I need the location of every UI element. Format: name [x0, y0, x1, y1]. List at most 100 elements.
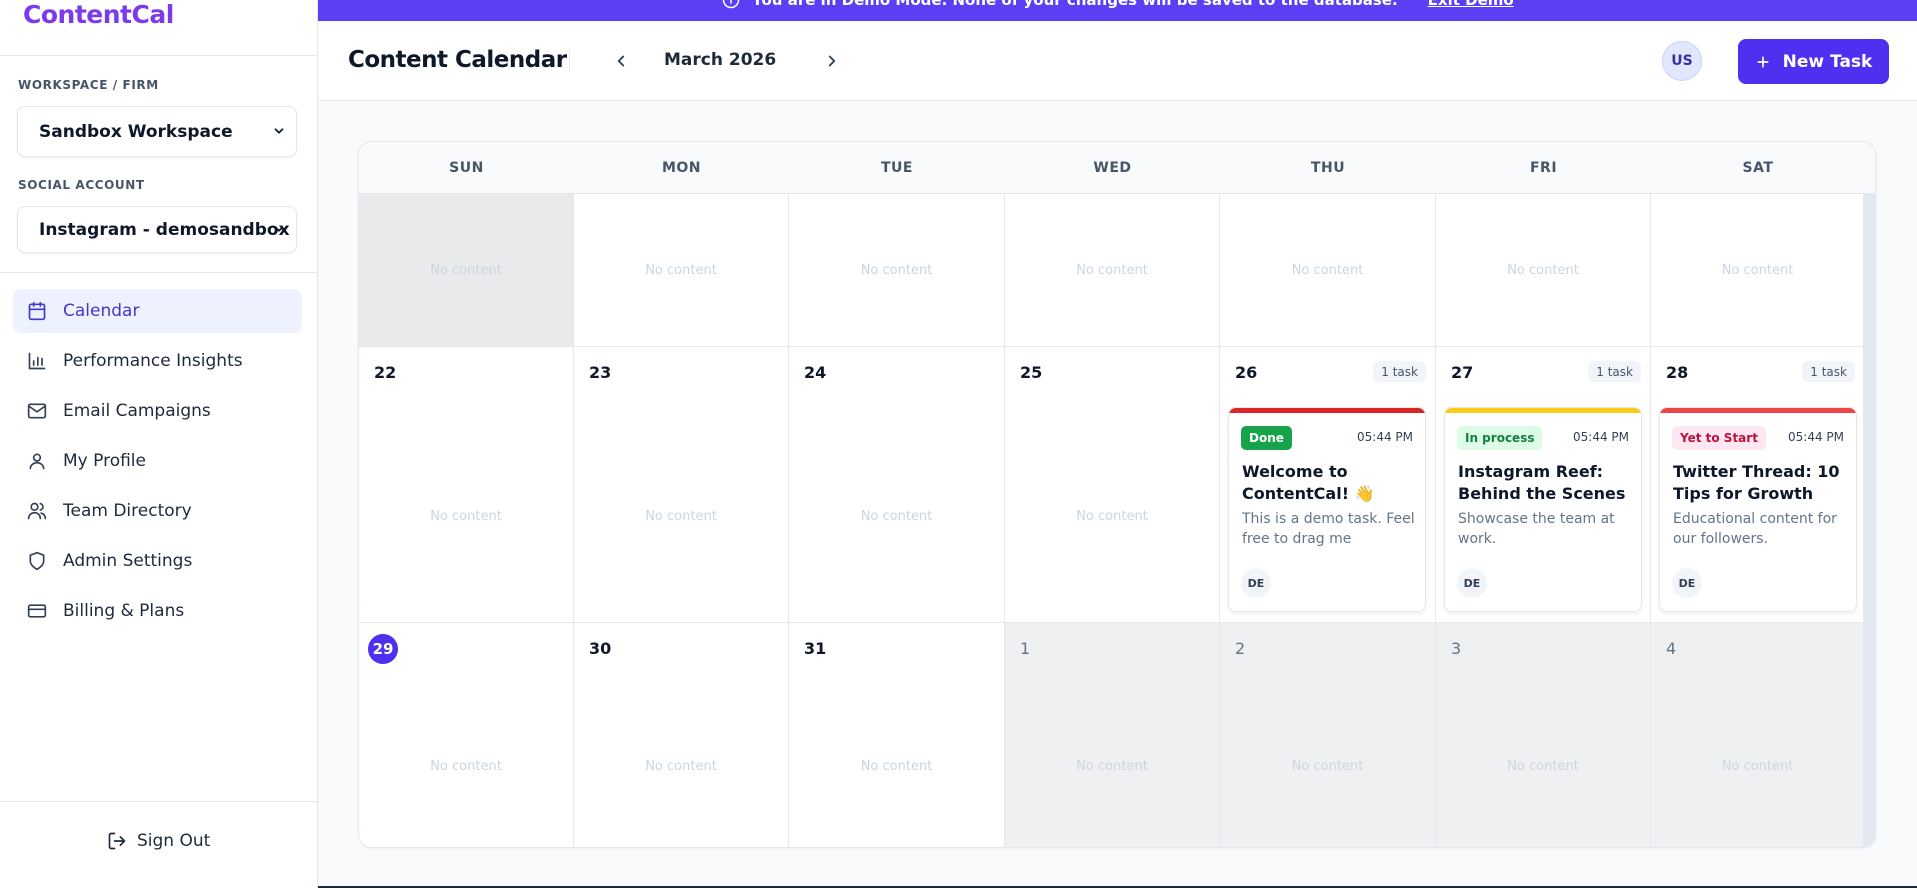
no-content-label: No content: [645, 509, 717, 524]
day-cell[interactable]: No content: [1220, 194, 1436, 347]
day-cell-next-1[interactable]: 1 No content: [1005, 623, 1220, 847]
calendar-icon: [28, 301, 46, 321]
calendar-grid: SUN MON TUE WED THU FRI SAT No content N…: [358, 141, 1876, 848]
next-month-button[interactable]: [819, 48, 845, 74]
sidebar-item-performance-insights[interactable]: Performance Insights: [13, 339, 302, 383]
status-badge: In process: [1457, 426, 1543, 450]
no-content-label: No content: [1721, 759, 1794, 774]
sidebar-item-label: Performance Insights: [63, 351, 243, 371]
task-count-badge: 1 task: [1373, 361, 1426, 382]
day-cell[interactable]: No content: [574, 194, 789, 347]
task-title: Welcome to ContentCal! 👋: [1242, 462, 1375, 503]
day-number: 25: [1020, 363, 1043, 382]
weekday-wed: WED: [1093, 160, 1132, 176]
weekday-mon: MON: [661, 160, 702, 176]
day-number: 3: [1451, 639, 1462, 658]
day-cell[interactable]: No content: [1651, 194, 1865, 347]
chevron-down-icon: [274, 226, 284, 232]
user-avatar[interactable]: US: [1662, 41, 1702, 81]
day-cell[interactable]: No content: [1005, 194, 1220, 347]
social-account-select[interactable]: Instagram - demosandbox: [17, 206, 297, 253]
status-badge: Done: [1241, 426, 1292, 450]
workspace-select[interactable]: Sandbox Workspace: [17, 106, 297, 157]
task-card[interactable]: In process 05:44 PM Instagram Reef: Behi…: [1444, 407, 1642, 612]
day-number: 24: [804, 363, 827, 382]
task-count-badge: 1 task: [1588, 361, 1641, 382]
exit-demo-link[interactable]: Exit Demo: [1428, 0, 1514, 9]
day-number: 2: [1235, 639, 1246, 658]
calendar-scrollbar[interactable]: [1863, 194, 1875, 847]
chevron-left-icon: [617, 55, 625, 67]
previous-month-button[interactable]: [608, 48, 634, 74]
sidebar-item-billing-plans[interactable]: Billing & Plans: [13, 589, 302, 633]
sidebar-item-label: Billing & Plans: [63, 601, 185, 621]
sign-out-button[interactable]: Sign Out: [107, 831, 210, 851]
day-number: 22: [374, 363, 397, 382]
no-content-label: No content: [645, 759, 717, 774]
day-cell-27[interactable]: 27 1 task In process 05:44 PM Instagram …: [1436, 347, 1651, 623]
assignee-avatar: DE: [1672, 568, 1702, 598]
day-cell-31[interactable]: 31 No content: [789, 623, 1005, 847]
sidebar-item-team-directory[interactable]: Team Directory: [13, 489, 302, 533]
task-time: 05:44 PM: [1357, 430, 1413, 444]
sidebar-item-admin-settings[interactable]: Admin Settings: [13, 539, 302, 583]
sidebar-item-label: Calendar: [63, 301, 140, 321]
task-card[interactable]: Yet to Start 05:44 PM Twitter Thread: 10…: [1659, 407, 1857, 612]
assignee-avatar: DE: [1241, 568, 1271, 598]
day-number: 30: [589, 639, 612, 658]
day-number: 4: [1666, 639, 1677, 658]
task-description: Showcase the team at work.: [1458, 511, 1615, 547]
new-task-label: New Task: [1782, 51, 1873, 72]
sidebar-item-label: My Profile: [63, 451, 146, 471]
task-card[interactable]: Done 05:44 PM Welcome to ContentCal! 👋 T…: [1228, 407, 1426, 612]
day-cell[interactable]: No content: [1436, 194, 1651, 347]
no-content-label: No content: [1076, 509, 1148, 524]
bar-chart-icon: [28, 352, 46, 370]
sidebar-item-calendar[interactable]: Calendar: [13, 289, 302, 333]
no-content-label: No content: [860, 263, 933, 278]
day-cell-28[interactable]: 28 1 task Yet to Start 05:44 PM Twitter …: [1651, 347, 1865, 623]
info-icon: [722, 0, 740, 9]
sidebar-item-label: Email Campaigns: [63, 401, 211, 421]
day-cell-next-2[interactable]: 2 No content: [1220, 623, 1436, 847]
day-cell[interactable]: No content: [789, 194, 1005, 347]
day-cell-22[interactable]: 22 No content: [359, 347, 574, 623]
day-cell-23[interactable]: 23 No content: [574, 347, 789, 623]
day-cell-30[interactable]: 30 No content: [574, 623, 789, 847]
social-account-label: SOCIAL ACCOUNT: [18, 178, 145, 192]
day-number: 23: [589, 363, 612, 382]
sign-out-label: Sign Out: [137, 831, 211, 851]
chevron-right-icon: [828, 55, 836, 67]
day-number: 27: [1451, 363, 1474, 382]
sidebar-item-my-profile[interactable]: My Profile: [13, 439, 302, 483]
new-task-button[interactable]: New Task: [1738, 39, 1889, 84]
brand-logo[interactable]: ContentCal: [23, 0, 174, 30]
no-content-label: No content: [1076, 263, 1148, 278]
task-time: 05:44 PM: [1788, 430, 1844, 444]
day-cell[interactable]: No content: [359, 194, 574, 347]
nav-divider: [0, 272, 318, 273]
day-cell-25[interactable]: 25 No content: [1005, 347, 1220, 623]
today-day-number: 29: [368, 634, 398, 664]
no-content-label: No content: [860, 509, 933, 524]
day-cell-29[interactable]: 29 No content: [359, 623, 574, 847]
task-description: This is a demo task. Feel free to drag m…: [1242, 511, 1415, 547]
status-badge: Yet to Start: [1672, 426, 1766, 450]
no-content-label: No content: [430, 759, 502, 774]
day-cell-26[interactable]: 26 1 task Done 05:44 PM Welcome to Conte…: [1220, 347, 1436, 623]
day-cell-next-3[interactable]: 3 No content: [1436, 623, 1651, 847]
sidebar-item-email-campaigns[interactable]: Email Campaigns: [13, 389, 302, 433]
task-count-badge: 1 task: [1802, 361, 1855, 382]
task-time: 05:44 PM: [1573, 430, 1629, 444]
day-number: 26: [1235, 363, 1258, 382]
no-content-label: No content: [860, 759, 933, 774]
log-out-icon: [108, 832, 126, 850]
task-title: Twitter Thread: 10 Tips for Growth: [1673, 462, 1840, 503]
sidebar: ContentCal WORKSPACE / FIRM Sandbox Work…: [0, 0, 318, 888]
day-cell-24[interactable]: 24 No content: [789, 347, 1005, 623]
day-cell-next-4[interactable]: 4 No content: [1651, 623, 1865, 847]
no-content-label: No content: [430, 263, 502, 278]
users-icon: [27, 502, 47, 520]
credit-card-icon: [27, 604, 47, 618]
brand-divider: [0, 55, 318, 56]
